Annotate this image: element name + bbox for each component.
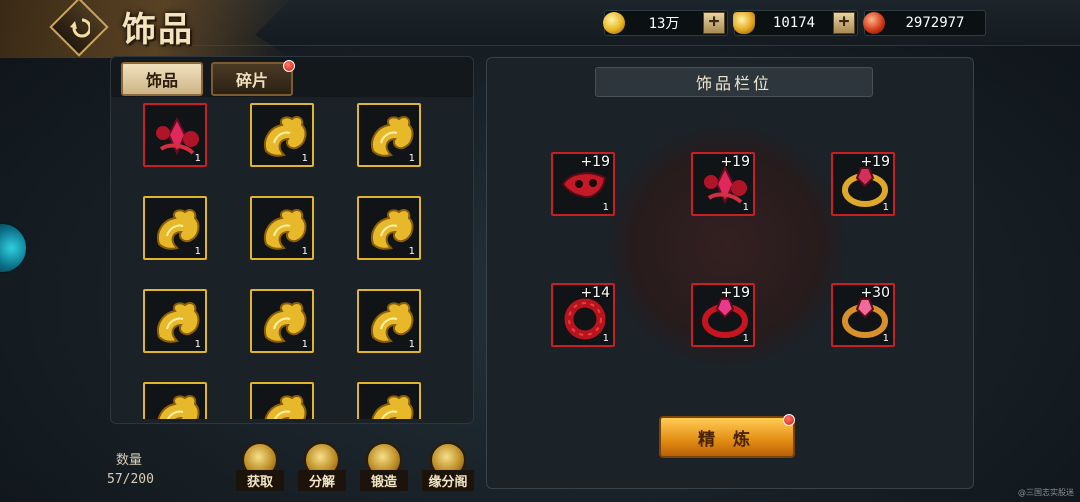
pavilion-button[interactable]: 缘分阁 — [422, 442, 474, 494]
inventory-slot[interactable]: 1 — [357, 196, 421, 260]
enhance-level: +30 — [860, 285, 890, 301]
add-ingot-button[interactable]: + — [833, 12, 855, 34]
inventory-slot[interactable]: 1 — [143, 196, 207, 260]
gold-ingot-icon — [733, 12, 755, 34]
inventory-grid: 1 1 1 1 1 1 1 1 1 — [143, 103, 443, 419]
item-count: 1 — [301, 246, 308, 257]
inventory-slot[interactable] — [143, 382, 207, 419]
currency-gold: 13万 + — [603, 10, 728, 36]
item-count: 1 — [301, 339, 308, 350]
inventory-slot[interactable]: 1 — [143, 289, 207, 353]
side-event-button[interactable] — [0, 222, 28, 274]
inventory-slot[interactable]: 1 — [357, 289, 421, 353]
tab-accessories[interactable]: 饰品 — [121, 62, 203, 96]
watermark: @三国志实股迷 — [1018, 488, 1074, 497]
back-arrow-icon — [70, 18, 90, 38]
item-count: 1 — [882, 333, 889, 344]
enhance-level: +19 — [720, 285, 750, 301]
acquire-button[interactable]: 获取 — [236, 442, 284, 494]
equipped-title: 饰品栏位 — [595, 67, 873, 97]
enhance-level: +19 — [720, 154, 750, 170]
inventory-panel: 饰品 碎片 1 1 1 1 1 1 1 1 1 — [110, 56, 474, 424]
equipped-slot[interactable]: +30 1 — [831, 283, 895, 347]
refine-button[interactable]: 精 炼 — [659, 416, 795, 458]
inventory-slot[interactable]: 1 — [250, 289, 314, 353]
inventory-slot[interactable] — [250, 382, 314, 419]
action-label: 分解 — [298, 470, 346, 491]
currency-value: 13万 — [648, 16, 680, 32]
inventory-slot[interactable]: 1 — [143, 103, 207, 167]
enhance-level: +14 — [580, 285, 610, 301]
tab-fragments[interactable]: 碎片 — [211, 62, 293, 96]
item-count: 1 — [194, 153, 201, 164]
inventory-slot[interactable] — [357, 382, 421, 419]
item-count: 1 — [194, 339, 201, 350]
equipped-panel: 饰品栏位 +19 1 +19 1 +19 1 +14 1 +19 1 +30 1 精 炼 — [486, 57, 974, 489]
currency-gem: 2972977 — [863, 10, 986, 36]
currency-value: 2972977 — [905, 15, 965, 31]
equipped-slot[interactable]: +19 1 — [831, 152, 895, 216]
quantity-label: 数量 — [116, 453, 143, 468]
item-count: 1 — [602, 333, 609, 344]
enhance-level: +19 — [860, 154, 890, 170]
forge-button[interactable]: 锻造 — [360, 442, 408, 494]
item-count: 1 — [882, 202, 889, 213]
page-title: 饰品 — [122, 10, 194, 50]
quantity-value: 57/200 — [107, 472, 154, 487]
equipped-slot[interactable]: +19 1 — [691, 152, 755, 216]
equipped-slot[interactable]: +19 1 — [691, 283, 755, 347]
item-count: 1 — [194, 246, 201, 257]
add-gold-button[interactable]: + — [703, 12, 725, 34]
inventory-slot[interactable]: 1 — [250, 196, 314, 260]
item-count: 1 — [742, 202, 749, 213]
item-count: 1 — [408, 246, 415, 257]
item-count: 1 — [301, 153, 308, 164]
action-label: 缘分阁 — [422, 470, 474, 491]
inventory-slot[interactable]: 1 — [357, 103, 421, 167]
equipped-slot[interactable]: +19 1 — [551, 152, 615, 216]
enhance-level: +19 — [580, 154, 610, 170]
gold-coin-icon — [603, 12, 625, 34]
item-count: 1 — [742, 333, 749, 344]
equipped-slot[interactable]: +14 1 — [551, 283, 615, 347]
currency-value: 10174 — [772, 15, 816, 31]
item-count: 1 — [408, 339, 415, 350]
item-count: 1 — [408, 153, 415, 164]
action-label: 锻造 — [360, 470, 408, 491]
notification-dot — [283, 60, 295, 72]
decompose-button[interactable]: 分解 — [298, 442, 346, 494]
inventory-slot[interactable]: 1 — [250, 103, 314, 167]
item-count: 1 — [602, 202, 609, 213]
red-gem-icon — [863, 12, 885, 34]
currency-ingot: 10174 + — [733, 10, 858, 36]
action-label: 获取 — [236, 470, 284, 491]
notification-dot — [783, 414, 795, 426]
tab-strip: 饰品 碎片 — [111, 57, 473, 97]
